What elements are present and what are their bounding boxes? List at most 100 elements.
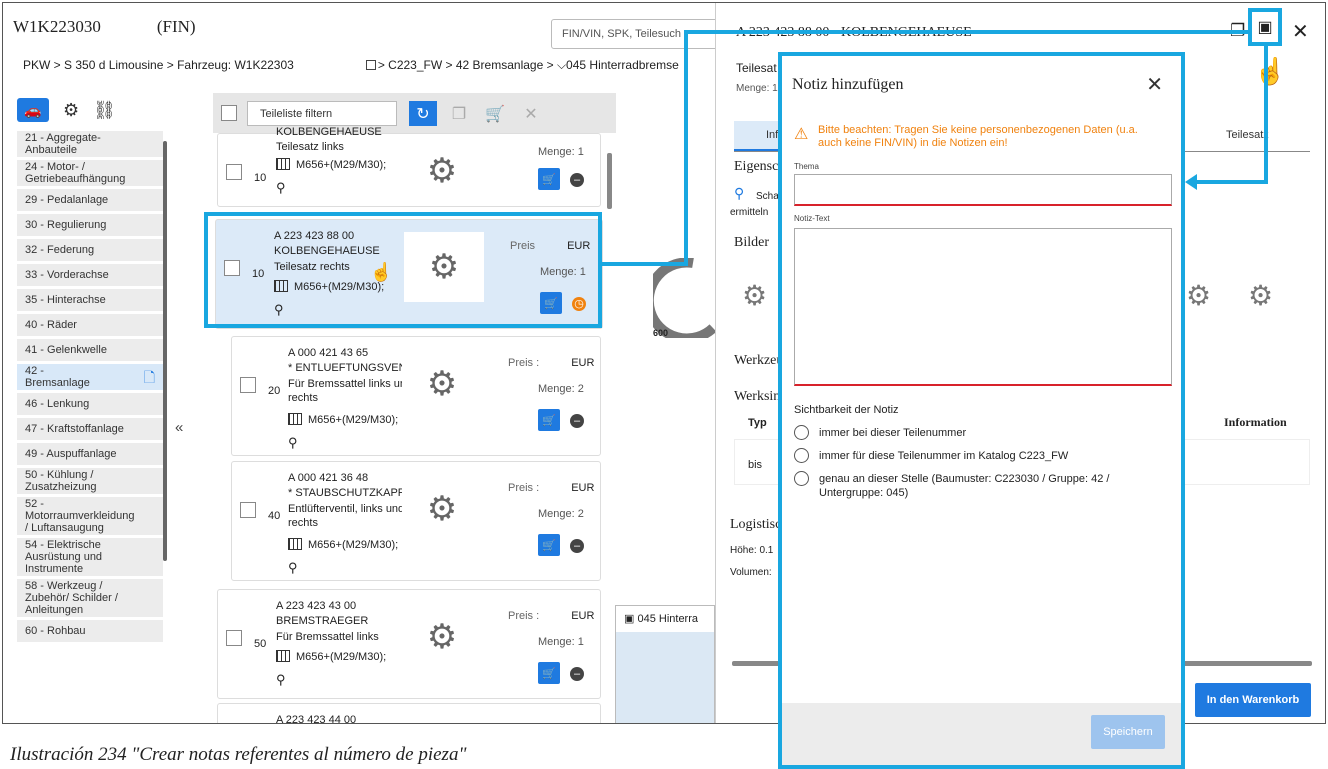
sidebar-item[interactable]: 42 - Bremsanlage 🗋	[17, 364, 163, 390]
sidebar-item[interactable]: 33 - Vorderachse	[17, 264, 163, 286]
part-name: KOLBENGEHAEUSE	[276, 126, 382, 138]
remove-icon[interactable]: –	[570, 414, 584, 428]
tab-teilesatz[interactable]: Teilesatz	[1226, 129, 1269, 141]
part-description: Für Bremssattel links und rechts	[288, 378, 412, 404]
sidebar-item[interactable]: 41 - Gelenkwelle	[17, 339, 163, 361]
part-image-thumb[interactable]: ⚙	[742, 279, 767, 312]
price-label: Preis : EUR	[508, 357, 594, 369]
model-code-text: M656+(M29/M30);	[308, 539, 399, 551]
transmission-icon[interactable]: ⛓	[93, 100, 116, 121]
position-number: 40	[268, 510, 281, 522]
filter-input[interactable]: Teileliste filtern	[247, 101, 397, 126]
add-to-cart-icon[interactable]: 🛒	[538, 534, 560, 556]
part-checkbox[interactable]	[240, 377, 256, 393]
sidebar-item[interactable]: 21 - Aggregate- Anbauteile	[17, 131, 163, 157]
refresh-icon[interactable]: ↻	[409, 101, 437, 126]
select-all-checkbox[interactable]	[221, 105, 237, 121]
sidebar-item-label: 30 - Regulierung	[25, 219, 107, 231]
sidebar-item[interactable]: 46 - Lenkung	[17, 393, 163, 415]
part-image[interactable]: ⚙	[402, 474, 482, 544]
position-number: 10	[254, 172, 267, 184]
sidebar-item[interactable]: 52 - Motorraumverkleidung / Luftansaugun…	[17, 497, 163, 535]
sidebar-item-label: 35 - Hinterachse	[25, 294, 106, 306]
sidebar-item[interactable]: 29 - Pedalanlage	[17, 189, 163, 211]
sidebar-item[interactable]: 30 - Regulierung	[17, 214, 163, 236]
model-code[interactable]: M656+(M29/M30);	[288, 538, 398, 551]
parts-toolbar: Teileliste filtern ↻ ❐ 🛒 ✕	[213, 93, 616, 133]
part-row[interactable]: 20 A 000 421 43 65 * ENTLUEFTUNGSVENTIL Für…	[231, 336, 601, 456]
part-image[interactable]: ⚙	[402, 349, 482, 419]
zoom-icon[interactable]: ⚲	[288, 435, 298, 451]
copy-icon[interactable]	[365, 60, 376, 70]
sidebar-item[interactable]: 24 - Motor- / Getriebeaufhängung	[17, 160, 163, 186]
part-image-thumb[interactable]: ⚙	[1248, 279, 1273, 312]
part-image[interactable]: ⚙	[402, 602, 482, 672]
engine-icon[interactable]: ⚙	[63, 100, 79, 121]
part-checkbox[interactable]	[226, 164, 242, 180]
price-text: Preis :	[508, 482, 540, 494]
sidebar-item[interactable]: 60 - Rohbau	[17, 620, 163, 642]
remove-icon[interactable]: –	[570, 539, 584, 553]
close-icon[interactable]: ✕	[1292, 19, 1309, 44]
sidebar-item[interactable]: 50 - Kühlung / Zusatzheizung	[17, 468, 163, 494]
part-image-thumb[interactable]: ⚙	[1186, 279, 1211, 312]
sidebar-item-label: 49 - Auspuffanlage	[25, 448, 117, 460]
add-to-cart-icon[interactable]: 🛒	[538, 409, 560, 431]
zoom-icon[interactable]: ⚲	[276, 180, 286, 196]
remove-icon[interactable]: –	[570, 173, 584, 187]
notiz-text-input[interactable]	[794, 228, 1172, 386]
part-checkbox[interactable]	[240, 502, 256, 518]
thema-input[interactable]	[794, 174, 1172, 206]
model-code[interactable]: M656+(M29/M30);	[288, 413, 398, 426]
zoom-icon[interactable]: ⚲	[288, 560, 298, 576]
sidebar-item[interactable]: 47 - Kraftstoffanlage	[17, 418, 163, 440]
part-row[interactable]: A 223 423 44 00BREMSTRAEGERPreis :EUR	[217, 703, 601, 723]
sidebar-scrollbar[interactable]	[163, 141, 167, 561]
detail-menge: Menge: 1	[736, 83, 778, 94]
model-code[interactable]: M656+(M29/M30);	[276, 650, 386, 663]
pin-icon[interactable]: ✕	[517, 101, 545, 126]
car-icon[interactable]: 🚗	[17, 98, 49, 122]
sidebar-item[interactable]: 32 - Federung	[17, 239, 163, 261]
add-note-icon[interactable]: ▣	[1248, 8, 1282, 46]
visibility-option-2[interactable]: immer für diese Teilenummer im Katalog C…	[794, 448, 1068, 463]
sidebar-item-label: 58 - Werkzeug / Zubehör/ Schilder / Anle…	[25, 580, 118, 616]
part-number: A 000 421 43 65	[288, 347, 369, 359]
sidebar-item[interactable]: 35 - Hinterachse	[17, 289, 163, 311]
detail-subtitle: Teilesat	[736, 61, 777, 75]
chevron-down-icon[interactable]: ⌵	[557, 58, 566, 72]
part-description: Teilesatz links	[276, 141, 344, 153]
visibility-option-1[interactable]: immer bei dieser Teilenummer	[794, 425, 966, 440]
part-row[interactable]: 10 KOLBENGEHAEUSE Teilesatz links M656+(M29…	[217, 126, 601, 207]
add-to-cart-icon[interactable]: 🛒	[538, 168, 560, 190]
zoom-icon[interactable]: ⚲	[276, 672, 286, 688]
part-checkbox[interactable]	[226, 630, 242, 646]
volumen-text: Volumen:	[730, 567, 772, 578]
model-code[interactable]: M656+(M29/M30);	[276, 158, 386, 171]
brake-disc-diagram[interactable]	[643, 257, 717, 344]
close-icon[interactable]: ✕	[1146, 72, 1163, 97]
cart-icon[interactable]: 🛒	[481, 101, 509, 126]
remove-icon[interactable]: –	[570, 667, 584, 681]
sidebar-item[interactable]: 54 - Elektrische Ausrüstung und Instrume…	[17, 538, 163, 576]
position-number: 20	[268, 385, 281, 397]
sidebar-item-label: 29 - Pedalanlage	[25, 194, 109, 206]
part-row[interactable]: 40 A 000 421 36 48 * STAUBSCHUTZKAPPE Entlü…	[231, 461, 601, 581]
parts-scrollbar[interactable]	[607, 153, 612, 209]
sidebar-item[interactable]: 49 - Auspuffanlage	[17, 443, 163, 465]
sidebar-item[interactable]: 40 - Räder	[17, 314, 163, 336]
visibility-option-3[interactable]: genau an dieser Stelle (Baumuster: C2230…	[794, 471, 1164, 500]
copy-icon[interactable]: ❐	[445, 101, 473, 126]
add-to-cart-button[interactable]: In den Warenkorb	[1195, 683, 1311, 717]
part-image[interactable]: ⚙	[402, 136, 482, 206]
save-button[interactable]: Speichern	[1091, 715, 1165, 749]
sidebar-item[interactable]: 58 - Werkzeug / Zubehör/ Schilder / Anle…	[17, 579, 163, 617]
add-to-cart-icon[interactable]: 🛒	[538, 662, 560, 684]
search-input[interactable]: FIN/VIN, SPK, Teilesuch	[551, 19, 731, 49]
collapse-icon[interactable]: «	[175, 419, 183, 436]
part-number: A 223 423 43 00	[276, 600, 357, 612]
note-icon[interactable]: 🗋	[144, 370, 155, 384]
part-row[interactable]: 50 A 223 423 43 00 BREMSTRAEGER Für Bremssa…	[217, 589, 601, 699]
breadcrumb[interactable]: PKW > S 350 d Limousine > Fahrzeug: W1K2…	[23, 58, 679, 73]
mini-diagram[interactable]: ▣ 045 Hinterra	[615, 605, 715, 723]
